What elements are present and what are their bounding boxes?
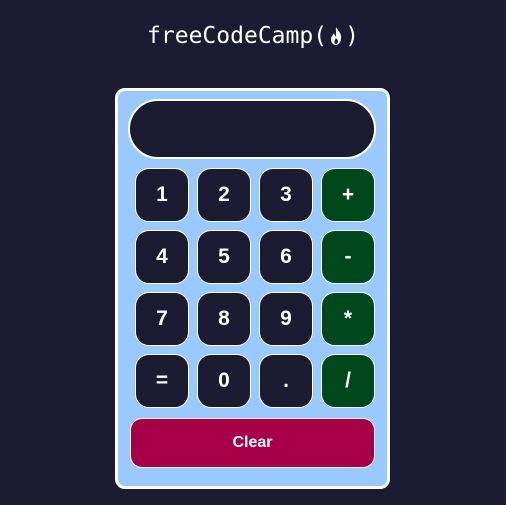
key-9[interactable]: 9 [259,292,313,346]
key-equals[interactable]: = [135,354,189,408]
key-6[interactable]: 6 [259,230,313,284]
key-7[interactable]: 7 [135,292,189,346]
calculator-display [128,99,376,159]
key-multiply[interactable]: * [321,292,375,346]
key-3[interactable]: 3 [259,168,313,222]
key-4[interactable]: 4 [135,230,189,284]
key-decimal[interactable]: . [259,354,313,408]
flame-icon [331,27,342,45]
key-2[interactable]: 2 [197,168,251,222]
brand-paren-close: ) [345,23,359,49]
key-1[interactable]: 1 [135,168,189,222]
freecodecamp-logo: freeCodeCamp( ) [0,18,506,54]
key-plus[interactable]: + [321,168,375,222]
key-divide[interactable]: / [321,354,375,408]
key-8[interactable]: 8 [197,292,251,346]
key-0[interactable]: 0 [197,354,251,408]
brand-paren-open: ( [313,23,328,49]
key-5[interactable]: 5 [197,230,251,284]
calculator: 1 2 3 + 4 5 6 - 7 8 9 * = 0 . / Clear [115,88,390,489]
key-minus[interactable]: - [321,230,375,284]
clear-button[interactable]: Clear [130,418,375,468]
brand-text: freeCodeCamp [147,23,314,49]
